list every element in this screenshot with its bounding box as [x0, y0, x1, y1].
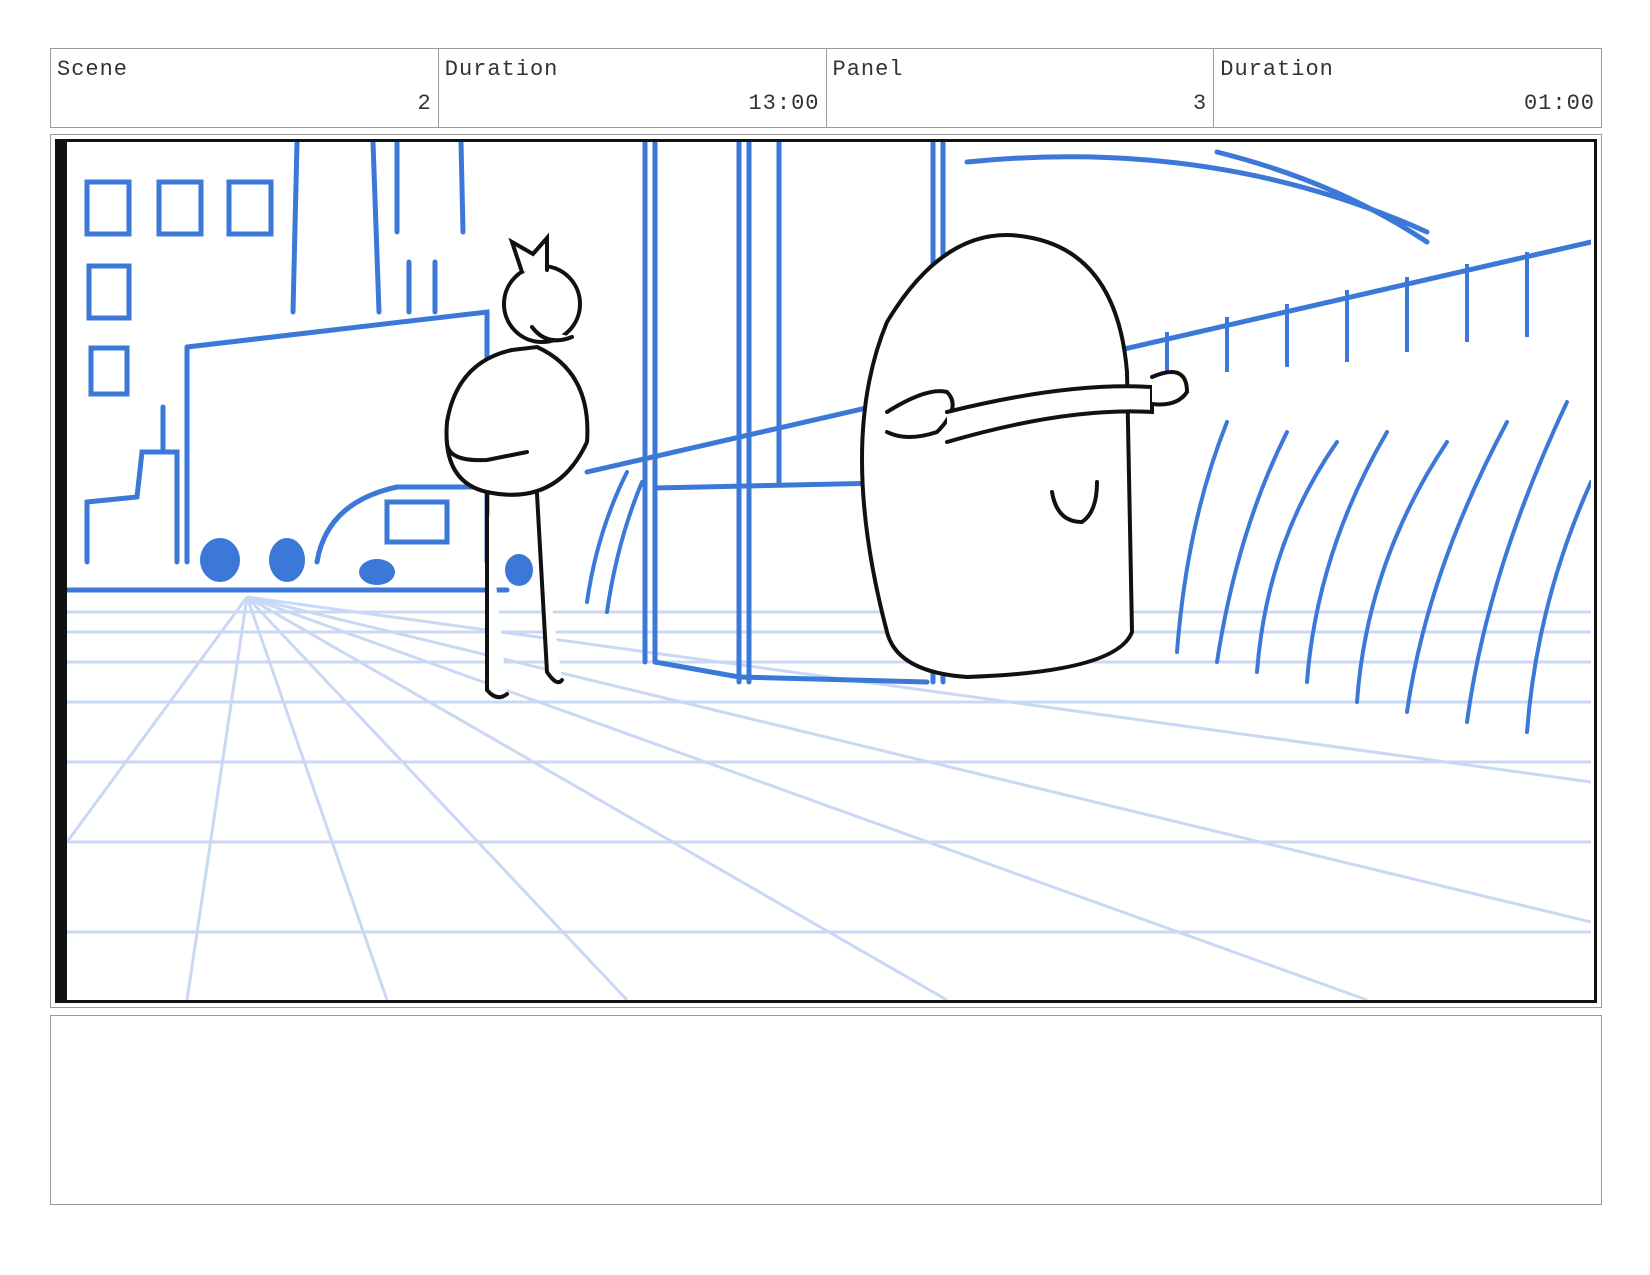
characters	[444, 232, 1190, 700]
panel-notes[interactable]	[50, 1015, 1602, 1205]
panel-duration-value: 01:00	[1523, 91, 1595, 116]
panel-duration-cell: Duration 01:00	[1214, 49, 1601, 127]
scene-duration-cell: Duration 13:00	[439, 49, 827, 127]
scene-duration-label: Duration	[444, 57, 559, 82]
scene-label: Scene	[57, 57, 129, 82]
panel-header: Scene 2 Duration 13:00 Panel 3 Duration …	[50, 48, 1602, 128]
panel-cell: Panel 3	[827, 49, 1215, 127]
truck-wheels	[200, 538, 533, 586]
panel-value: 3	[1193, 91, 1208, 116]
storyboard-sketch-icon	[67, 142, 1591, 1000]
scene-value: 2	[417, 91, 432, 116]
panel-duration-label: Duration	[1220, 57, 1334, 82]
background-sketch	[67, 142, 1591, 685]
panel-frame	[50, 134, 1602, 1008]
scene-cell: Scene 2	[51, 49, 439, 127]
storyboard-image	[55, 139, 1597, 1003]
panel-label: Panel	[832, 57, 904, 82]
scene-duration-value: 13:00	[748, 91, 820, 116]
